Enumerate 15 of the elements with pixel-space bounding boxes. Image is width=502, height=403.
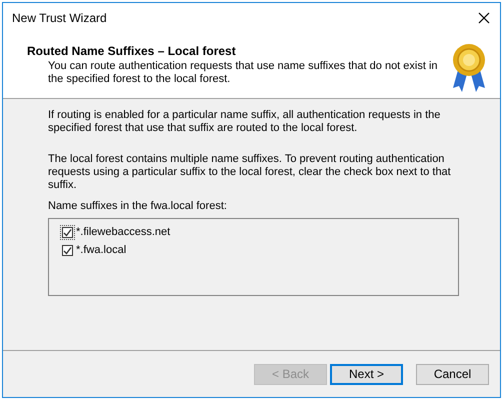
- wizard-button[interactable]: Next >: [330, 364, 403, 384]
- page-description: You can route authentication requests that use name suffixes that do not exist in the specified forest to the local forest.: [47, 60, 439, 86]
- checkbox[interactable]: [60, 242, 75, 258]
- close-icon[interactable]: [478, 12, 490, 24]
- wizard-button[interactable]: Cancel: [416, 364, 489, 384]
- list-label: Name suffixes in the fwa.local forest:: [48, 200, 228, 212]
- suffix-label: *.fwa.local: [76, 244, 126, 256]
- checkbox[interactable]: [60, 224, 75, 240]
- instruction-text: The local forest contains multiple name suffixes. To prevent routing authentication requests using a particular suffix to the local forest, clear the check box next to that suffix.: [48, 153, 452, 192]
- window-title: New Trust Wizard: [12, 10, 107, 24]
- page-title: Routed Name Suffixes – Local forest: [27, 44, 237, 58]
- suffix-list[interactable]: *.filewebaccess.net *.fwa.local: [48, 218, 459, 296]
- instruction-text: If routing is enabled for a particular name suffix, all authentication requests in the specified forest that use that suffix are routed to the local forest.: [48, 109, 442, 135]
- award-ribbon-icon: [450, 42, 488, 94]
- suffix-label: *.filewebaccess.net: [76, 226, 170, 238]
